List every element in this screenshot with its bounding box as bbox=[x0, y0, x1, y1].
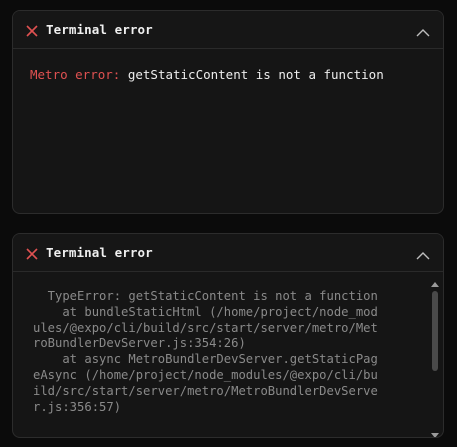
terminal-error-panel-1: Terminal error Metro error: getStaticCon… bbox=[12, 10, 444, 214]
scroll-down-arrow-icon[interactable] bbox=[430, 425, 440, 437]
stack-trace-body: TypeError: getStaticContent is not a fun… bbox=[13, 272, 443, 437]
panel-title: Terminal error bbox=[46, 245, 153, 260]
error-message: getStaticContent is not a function bbox=[127, 67, 384, 82]
panel-header[interactable]: Terminal error bbox=[13, 234, 443, 272]
error-prefix: Metro error: bbox=[30, 67, 128, 82]
scroll-up-arrow-icon[interactable] bbox=[430, 275, 440, 287]
close-x-icon[interactable] bbox=[25, 23, 39, 37]
chevron-up-icon[interactable] bbox=[415, 24, 431, 36]
panel-header[interactable]: Terminal error bbox=[13, 11, 443, 49]
chevron-up-icon[interactable] bbox=[415, 247, 431, 259]
panel-title: Terminal error bbox=[46, 22, 153, 37]
scroll-track[interactable] bbox=[432, 288, 438, 422]
stack-trace: TypeError: getStaticContent is not a fun… bbox=[33, 289, 378, 414]
terminal-error-panel-2: Terminal error TypeError: getStaticConte… bbox=[12, 233, 444, 438]
scroll-thumb[interactable] bbox=[432, 291, 438, 371]
close-x-icon[interactable] bbox=[25, 246, 39, 260]
error-message-body: Metro error: getStaticContent is not a f… bbox=[13, 49, 443, 100]
scrollbar[interactable] bbox=[430, 275, 440, 437]
